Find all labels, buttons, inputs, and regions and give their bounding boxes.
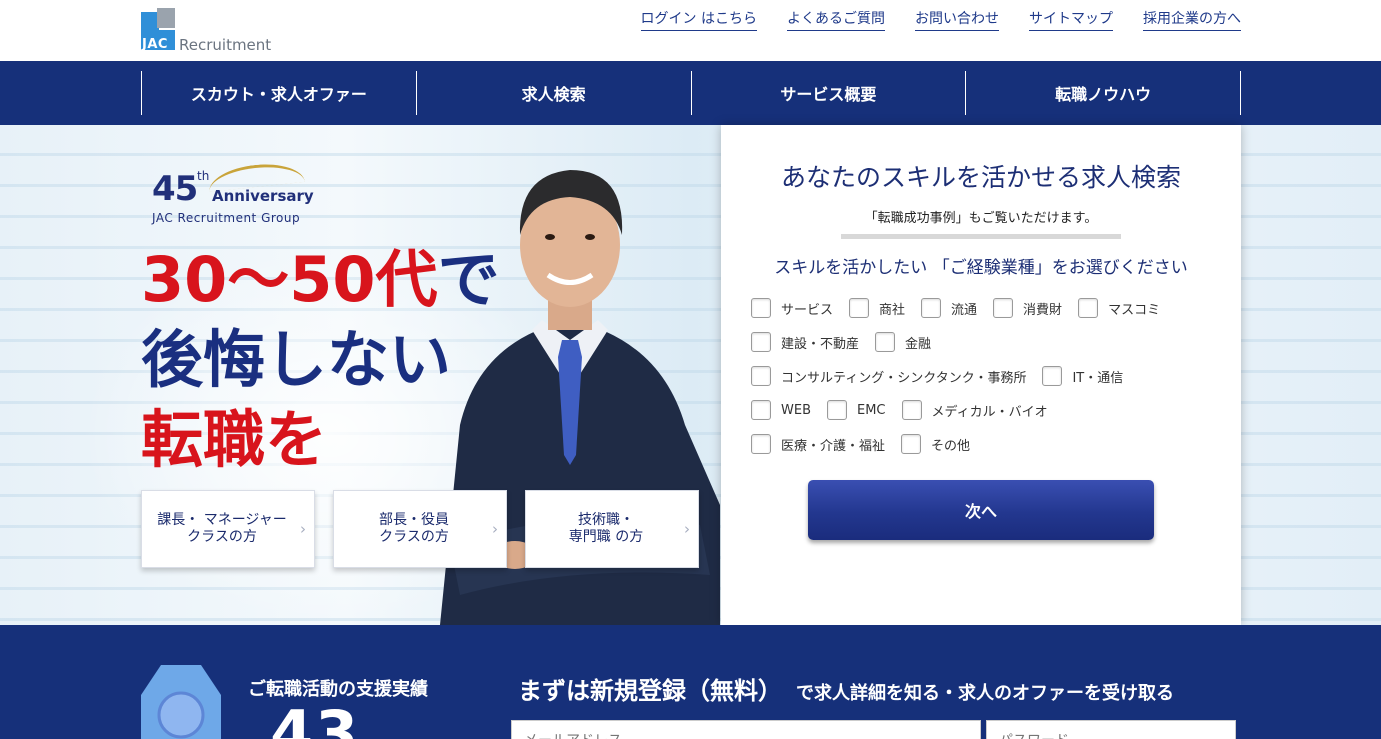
contact-link[interactable]: お問い合わせ — [915, 8, 999, 31]
industry-checkbox[interactable]: 流通 — [921, 298, 977, 318]
anniversary-label: Anniversary — [212, 187, 314, 205]
medal-icon — [141, 665, 221, 739]
chevron-right-icon: › — [684, 520, 690, 538]
password-field[interactable] — [986, 720, 1236, 739]
industry-label: その他 — [931, 438, 971, 454]
anniversary-suffix: th — [197, 169, 210, 183]
checkbox-icon[interactable] — [751, 332, 771, 352]
position-cards: 課長・ マネージャー クラスの方 › 部長・役員 クラスの方 › 技術職・ 専門職 の… — [141, 490, 699, 568]
login-link[interactable]: ログイン はこちら — [640, 8, 757, 31]
card-executive[interactable]: 部長・役員 クラスの方 › — [333, 490, 507, 568]
industry-checkbox[interactable]: 消費財 — [993, 298, 1062, 318]
industry-row: WEB EMC メディカル・バイオ — [751, 393, 1221, 427]
sitemap-link[interactable]: サイトマップ — [1029, 8, 1113, 31]
headline-age: 30〜50代 — [141, 243, 438, 316]
card-specialist[interactable]: 技術職・ 専門職 の方 › — [525, 490, 699, 568]
main-nav: スカウト・求人オファー 求人検索 サービス概要 転職ノウハウ — [0, 61, 1381, 125]
checkbox-icon[interactable] — [1042, 366, 1063, 386]
industry-label: EMC — [857, 402, 886, 418]
checkbox-icon[interactable] — [827, 400, 847, 420]
checkbox-icon[interactable] — [901, 400, 922, 420]
industry-label: IT・通信 — [1072, 370, 1124, 386]
industry-checkbox[interactable]: 医療・介護・福祉 — [751, 434, 885, 454]
industry-options: サービス 商社 流通 消費財 マスコミ建設・不動産 金融コンサルティング・シンクタンク・事… — [751, 291, 1221, 461]
industry-row: 建設・不動産 金融 — [751, 325, 1221, 359]
anniversary-badge: 45 th Anniversary JAC Recruitment Group — [152, 160, 322, 227]
logo-word-text: Recruitment — [179, 36, 272, 54]
industry-checkbox[interactable]: 金融 — [875, 332, 931, 352]
nav-item-knowhow[interactable]: 転職ノウハウ — [966, 71, 1241, 115]
support-record-count: 43 — [270, 697, 361, 739]
checkbox-icon[interactable] — [751, 434, 771, 454]
search-title: あなたのスキルを活かせる求人検索 — [780, 163, 1181, 192]
registration-section: ご転職活動の支援実績 43 まずは新規登録（無料） で求人詳細を知る・求人のオファ… — [0, 625, 1381, 739]
industry-checkbox[interactable]: WEB — [751, 400, 811, 420]
industry-label: 流通 — [951, 302, 978, 318]
industry-label: コンサルティング・シンクタンク・事務所 — [781, 370, 1027, 386]
industry-row: サービス 商社 流通 消費財 マスコミ — [751, 291, 1221, 325]
employer-link[interactable]: 採用企業の方へ — [1143, 8, 1241, 31]
logo-mark-text: JAC — [142, 37, 168, 52]
job-search-panel: あなたのスキルを活かせる求人検索 「転職成功事例」もご覧いただけます。 スキルを… — [721, 125, 1241, 625]
top-header: JAC Recruitment ログイン はこちら よくあるご質問 お問い合わせ… — [0, 0, 1381, 61]
industry-label: 商社 — [879, 302, 906, 318]
industry-checkbox[interactable]: サービス — [751, 298, 833, 318]
industry-label: 建設・不動産 — [781, 336, 860, 352]
checkbox-icon[interactable] — [751, 366, 771, 386]
industry-checkbox[interactable]: マスコミ — [1078, 298, 1160, 318]
industry-label: 金融 — [905, 336, 932, 352]
chevron-right-icon: › — [492, 520, 498, 538]
success-stories-link[interactable]: 「転職成功事例」もご覧いただけます。 — [721, 207, 1241, 226]
industry-checkbox[interactable]: 建設・不動産 — [751, 332, 859, 352]
faq-link[interactable]: よくあるご質問 — [787, 8, 885, 31]
card-manager[interactable]: 課長・ マネージャー クラスの方 › — [141, 490, 315, 568]
nav-item-scout[interactable]: スカウト・求人オファー — [142, 71, 417, 115]
industry-label: メディカル・バイオ — [931, 404, 1048, 420]
register-heading: まずは新規登録（無料） で求人詳細を知る・求人のオファーを受け取る — [518, 677, 1174, 705]
industry-checkbox[interactable]: EMC — [827, 400, 886, 420]
industry-label: マスコミ — [1108, 302, 1161, 318]
industry-checkbox[interactable]: メディカル・バイオ — [901, 400, 1048, 420]
anniversary-group: JAC Recruitment Group — [152, 211, 301, 225]
industry-checkbox[interactable]: IT・通信 — [1042, 366, 1123, 386]
industry-label: 消費財 — [1023, 302, 1063, 318]
chevron-right-icon: › — [300, 520, 306, 538]
checkbox-icon[interactable] — [751, 400, 771, 420]
next-button[interactable]: 次へ — [808, 480, 1154, 540]
industry-checkbox[interactable]: コンサルティング・シンクタンク・事務所 — [751, 366, 1026, 386]
checkbox-icon[interactable] — [993, 298, 1014, 318]
checkbox-icon[interactable] — [875, 332, 896, 352]
utility-links: ログイン はこちら よくあるご質問 お問い合わせ サイトマップ 採用企業の方へ — [640, 8, 1241, 31]
industry-checkbox[interactable]: その他 — [901, 434, 970, 454]
industry-instruction: スキルを活かしたい 「ご経験業種」をお選びください — [774, 258, 1188, 278]
nav-item-service[interactable]: サービス概要 — [692, 71, 967, 115]
jac-logo[interactable]: JAC Recruitment — [141, 8, 276, 54]
industry-checkbox[interactable]: 商社 — [849, 298, 905, 318]
email-field[interactable] — [511, 720, 981, 739]
checkbox-icon[interactable] — [901, 434, 922, 454]
industry-label: サービス — [781, 302, 834, 318]
checkbox-icon[interactable] — [921, 298, 942, 318]
industry-row: コンサルティング・シンクタンク・事務所 IT・通信 — [751, 359, 1221, 393]
checkbox-icon[interactable] — [849, 298, 870, 318]
checkbox-icon[interactable] — [751, 298, 771, 318]
industry-label: 医療・介護・福祉 — [781, 438, 886, 454]
puzzle-logo-icon: JAC — [141, 8, 175, 52]
nav-item-job-search[interactable]: 求人検索 — [417, 71, 692, 115]
industry-row: 医療・介護・福祉 その他 — [751, 427, 1221, 461]
checkbox-icon[interactable] — [1078, 298, 1099, 318]
anniversary-number: 45 — [152, 169, 198, 209]
industry-label: WEB — [781, 402, 811, 418]
